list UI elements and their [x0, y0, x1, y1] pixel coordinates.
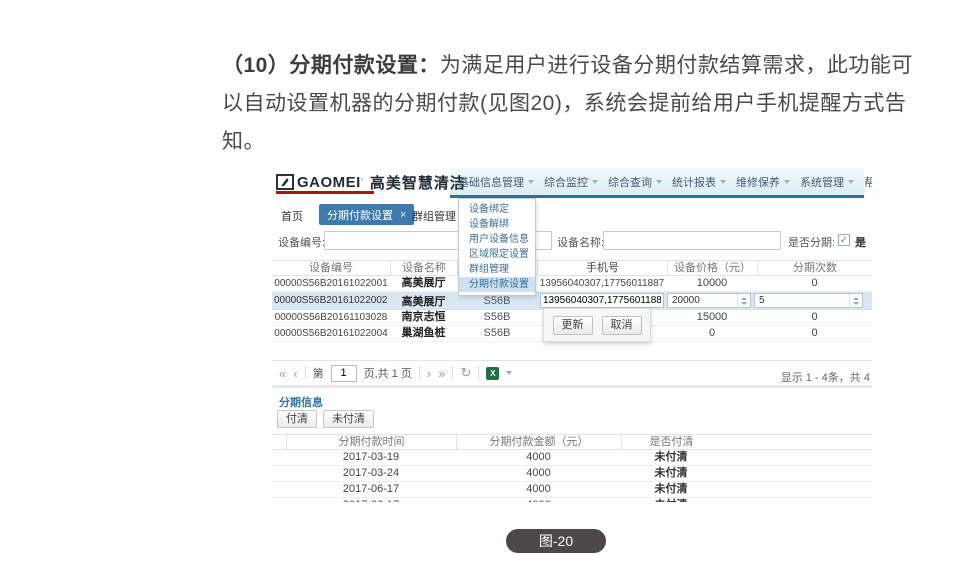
- col-pay-status: 是否付清: [621, 435, 721, 449]
- nav-item-reports[interactable]: 统计报表: [672, 174, 726, 190]
- col-times: 分期次数: [757, 261, 872, 275]
- installment-table-header: 分期付款时间 分期付款金额（元） 是否付清: [272, 434, 872, 450]
- page-number-input[interactable]: [331, 365, 357, 382]
- caption-line-3: 知。: [222, 123, 922, 161]
- chevron-down-icon: [720, 180, 726, 184]
- nav-item-query[interactable]: 综合查询: [608, 174, 662, 190]
- cancel-button[interactable]: 取消: [602, 316, 642, 335]
- update-button[interactable]: 更新: [553, 316, 593, 335]
- logo-red-underline: [276, 191, 374, 194]
- caption-paragraph: （10）分期付款设置：为满足用户进行设备分期付款结算需求，此功能可 以自动设置机…: [222, 47, 922, 161]
- list-item[interactable]: 2017-03-19 4000 未付清: [272, 450, 872, 466]
- times-stepper[interactable]: 5: [754, 293, 863, 308]
- pagination-bar: 第 页,共 1 页 显示 1 - 4条，共 4 条: [272, 360, 872, 388]
- excel-export-icon[interactable]: [486, 367, 499, 380]
- caption-line-1-text: 为满足用户进行设备分期付款结算需求，此功能可: [440, 54, 913, 77]
- menu-item-group-management[interactable]: 群组管理: [459, 262, 535, 277]
- chevron-down-icon: [592, 180, 598, 184]
- col-price: 设备价格（元）: [667, 261, 757, 275]
- prev-page-icon[interactable]: [293, 366, 297, 381]
- paid-button[interactable]: 付清: [277, 410, 317, 428]
- col-pay-date: 分期付款时间: [286, 435, 456, 449]
- brand-tick: ’: [361, 177, 363, 187]
- installment-section-title: 分期信息: [279, 394, 323, 410]
- installment-checkbox[interactable]: [838, 234, 850, 246]
- nav-item-system[interactable]: 系统管理: [800, 174, 854, 190]
- screenshot-figure: GAOMEI ’ 高美智慧清洁 基础信息管理 综合监控 综合查询 统计报表 维修…: [272, 168, 872, 502]
- refresh-icon[interactable]: [460, 365, 471, 381]
- col-device-name: 设备名称: [390, 261, 457, 275]
- chevron-down-icon[interactable]: [506, 371, 512, 375]
- divider: [478, 366, 479, 380]
- main-nav: 基础信息管理 综合监控 综合查询 统计报表 维修保养 系统管理 帮: [458, 168, 872, 195]
- first-page-icon[interactable]: [279, 366, 286, 381]
- menu-item-device-bind[interactable]: 设备绑定: [459, 202, 535, 217]
- divider: [305, 366, 306, 380]
- chevron-down-icon: [848, 180, 854, 184]
- caption-heading: （10）分期付款设置：: [222, 54, 440, 77]
- col-phone: 手机号: [537, 261, 667, 275]
- nav-item-help-clipped[interactable]: 帮: [864, 174, 872, 190]
- tab-installment-settings[interactable]: 分期付款设置: [319, 204, 414, 225]
- nav-item-basic-info[interactable]: 基础信息管理: [458, 174, 534, 190]
- chevron-down-icon: [528, 180, 534, 184]
- table-row[interactable]: 00000S56B20161022001 高美展厅 S56B 139560403…: [272, 276, 872, 292]
- menu-item-device-unbind[interactable]: 设备解绑: [459, 217, 535, 232]
- filter-row: 设备编号: 设备名称: 是否分期: 是: [272, 230, 872, 252]
- menu-item-user-device-info[interactable]: 用户设备信息: [459, 232, 535, 247]
- list-item[interactable]: 2017-03-24 4000 未付清: [272, 466, 872, 482]
- col-device-no: 设备编号: [272, 261, 390, 275]
- tab-home[interactable]: 首页: [281, 208, 303, 224]
- installment-filter-label: 是否分期:: [788, 234, 835, 250]
- device-name-input[interactable]: [603, 231, 781, 250]
- chevron-down-icon: [656, 180, 662, 184]
- list-item[interactable]: 2017-06-17 4000 未付清: [272, 482, 872, 498]
- pagination-info: 显示 1 - 4条，共 4 条: [781, 369, 872, 385]
- page-prefix: 第: [313, 365, 324, 381]
- next-page-icon[interactable]: [427, 366, 431, 381]
- col-pay-amount: 分期付款金额（元）: [456, 435, 621, 449]
- close-icon[interactable]: [400, 209, 406, 221]
- divider: [419, 366, 420, 380]
- device-name-label: 设备名称:: [557, 234, 604, 250]
- divider: [452, 366, 453, 380]
- installment-table: 分期付款时间 分期付款金额（元） 是否付清 2017-03-19 4000 未付…: [272, 434, 872, 502]
- col-checkbox: [272, 435, 286, 449]
- menu-item-area-limit[interactable]: 区域限定设置: [459, 247, 535, 262]
- last-page-icon[interactable]: [438, 366, 445, 381]
- gaomei-logo-icon: [276, 174, 294, 190]
- list-item-clipped[interactable]: 2017-06-17 4000 未付清: [272, 498, 872, 502]
- page-suffix: 页,共 1 页: [364, 365, 412, 381]
- chevron-down-icon: [784, 180, 790, 184]
- app-title: 高美智慧清洁: [370, 172, 466, 193]
- nav-item-maintenance[interactable]: 维修保养: [736, 174, 790, 190]
- unpaid-button[interactable]: 未付清: [323, 410, 374, 428]
- brand-text: GAOMEI: [297, 174, 361, 191]
- phone-edit-input[interactable]: [540, 293, 664, 308]
- caption-line-2: 以自动设置机器的分期付款(见图20)，系统会提前给用户手机提醒方式告: [222, 85, 922, 123]
- device-no-label: 设备编号:: [278, 234, 325, 250]
- figure-label-pill: 图-20: [506, 529, 606, 553]
- document-page: （10）分期付款设置：为满足用户进行设备分期付款结算需求，此功能可 以自动设置机…: [0, 0, 980, 568]
- stepper-arrows-icon[interactable]: [849, 294, 862, 307]
- basic-info-dropdown-menu: 设备绑定 设备解绑 用户设备信息 区域限定设置 群组管理 分期付款设置: [458, 198, 536, 296]
- caption-line-1: （10）分期付款设置：为满足用户进行设备分期付款结算需求，此功能可: [222, 47, 922, 85]
- edit-confirm-popup: 更新 取消: [543, 308, 651, 342]
- nav-item-monitoring[interactable]: 综合监控: [544, 174, 598, 190]
- menu-item-installment-settings[interactable]: 分期付款设置: [459, 277, 535, 292]
- device-table-header: 设备编号 设备名称 手机号 设备价格（元） 分期次数: [272, 260, 872, 276]
- tab-bar: 首页 分期付款设置 群组管理: [272, 204, 872, 226]
- stepper-arrows-icon[interactable]: [737, 294, 750, 307]
- price-stepper[interactable]: 20000: [667, 293, 751, 308]
- installment-actions: 付清 未付清: [277, 410, 374, 428]
- installment-yes-label: 是: [855, 234, 866, 250]
